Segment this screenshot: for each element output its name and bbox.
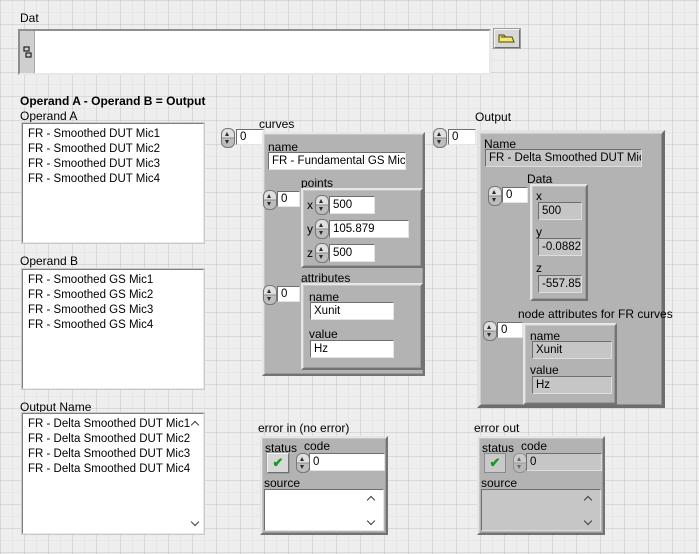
page-heading: Operand A - Operand B = Output <box>20 95 205 108</box>
operand-a-listbox[interactable]: FR - Smoothed DUT Mic1 FR - Smoothed DUT… <box>22 123 204 243</box>
attributes-index-spinner[interactable] <box>263 285 277 305</box>
data-x-field: 500 <box>538 202 582 220</box>
error-in-code-label: code <box>304 440 330 453</box>
list-item[interactable]: FR - Smoothed GS Mic1 <box>23 273 203 288</box>
scroll-down-icon[interactable] <box>190 519 200 528</box>
z-field[interactable]: 500 <box>329 244 375 262</box>
z-spinner[interactable] <box>315 243 329 263</box>
y-label: y <box>307 223 313 236</box>
data-z-field: -557.857 <box>538 275 582 293</box>
list-item[interactable]: FR - Smoothed DUT Mic2 <box>23 142 203 157</box>
list-item[interactable]: FR - Smoothed DUT Mic4 <box>23 172 203 187</box>
points-index-spinner[interactable] <box>263 190 277 210</box>
node-attr-index-value[interactable]: 0 <box>497 322 523 338</box>
path-text-area[interactable] <box>34 31 489 73</box>
x-label: x <box>307 199 313 212</box>
curves-index-spinner[interactable] <box>221 128 235 148</box>
error-out-status-indicator: ✔ <box>484 453 506 473</box>
error-out-label: error out <box>474 422 519 435</box>
list-item[interactable]: FR - Smoothed DUT Mic1 <box>23 127 203 142</box>
output-index-value[interactable]: 0 <box>448 129 476 145</box>
path-input[interactable] <box>18 29 491 75</box>
x-field[interactable]: 500 <box>329 196 375 214</box>
output-name-field: FR - Delta Smoothed DUT Mic1 <box>485 149 642 167</box>
scroll-up-icon[interactable] <box>366 494 376 503</box>
z-label: z <box>307 247 313 260</box>
error-out-code-spinner <box>513 453 527 473</box>
checkmark-icon: ✔ <box>268 454 288 471</box>
list-item[interactable]: FR - Delta Smoothed DUT Mic4 <box>23 462 203 477</box>
list-item[interactable]: FR - Smoothed GS Mic3 <box>23 303 203 318</box>
scroll-up-icon[interactable] <box>583 494 593 503</box>
list-item[interactable]: FR - Delta Smoothed DUT Mic2 <box>23 432 203 447</box>
node-value-field: Hz <box>532 376 612 394</box>
front-panel: Dat Operand A - Operand B = Output Opera… <box>0 0 699 554</box>
error-in-status-button[interactable]: ✔ <box>267 453 289 473</box>
operand-a-label: Operand A <box>20 110 77 123</box>
y-spinner[interactable] <box>315 219 329 239</box>
list-item[interactable]: FR - Delta Smoothed DUT Mic3 <box>23 447 203 462</box>
attr-value-field[interactable]: Hz <box>310 340 394 358</box>
data-index-spinner[interactable] <box>488 186 502 206</box>
attributes-index-value[interactable]: 0 <box>277 286 300 302</box>
curve-name-field[interactable]: FR - Fundamental GS Mic1 <box>268 152 406 170</box>
attr-name-field[interactable]: Xunit <box>310 302 394 320</box>
list-item[interactable]: FR - Smoothed DUT Mic3 <box>23 157 203 172</box>
operand-b-label: Operand B <box>20 255 78 268</box>
scroll-down-icon[interactable] <box>583 518 593 527</box>
scroll-down-icon[interactable] <box>366 518 376 527</box>
node-attributes-label: node attributes for FR curves <box>518 308 673 321</box>
path-type-icon <box>23 46 32 59</box>
error-out-code-label: code <box>521 440 547 453</box>
scroll-up-icon[interactable] <box>190 419 200 428</box>
list-item[interactable]: FR - Smoothed GS Mic4 <box>23 318 203 333</box>
y-field[interactable]: 105.879 <box>329 220 409 238</box>
data-y-field: -0.08823 <box>538 238 582 256</box>
output-name-listbox[interactable]: FR - Delta Smoothed DUT Mic1 FR - Delta … <box>22 413 204 534</box>
error-out-code-field: 0 <box>526 453 602 471</box>
error-in-code-spinner[interactable] <box>296 453 310 473</box>
path-control-label: Dat <box>20 12 39 25</box>
browse-button[interactable] <box>494 29 520 48</box>
output-index-spinner[interactable] <box>433 128 447 148</box>
data-index-value[interactable]: 0 <box>502 187 528 203</box>
data-z-label: z <box>536 262 542 275</box>
operand-b-listbox[interactable]: FR - Smoothed GS Mic1 FR - Smoothed GS M… <box>22 269 204 389</box>
error-in-label: error in (no error) <box>258 422 349 435</box>
output-label: Output <box>475 111 511 124</box>
points-index-value[interactable]: 0 <box>277 191 300 207</box>
checkmark-icon: ✔ <box>485 454 505 471</box>
curves-label: curves <box>259 118 294 131</box>
list-item[interactable]: FR - Smoothed GS Mic2 <box>23 288 203 303</box>
node-attr-index-spinner[interactable] <box>483 321 497 341</box>
curves-index-value[interactable]: 0 <box>236 129 264 145</box>
x-spinner[interactable] <box>315 195 329 215</box>
error-in-code-field[interactable]: 0 <box>309 453 385 471</box>
node-name-field: Xunit <box>532 341 612 359</box>
open-folder-icon <box>498 32 515 44</box>
list-item[interactable]: FR - Delta Smoothed DUT Mic1 <box>23 417 203 432</box>
